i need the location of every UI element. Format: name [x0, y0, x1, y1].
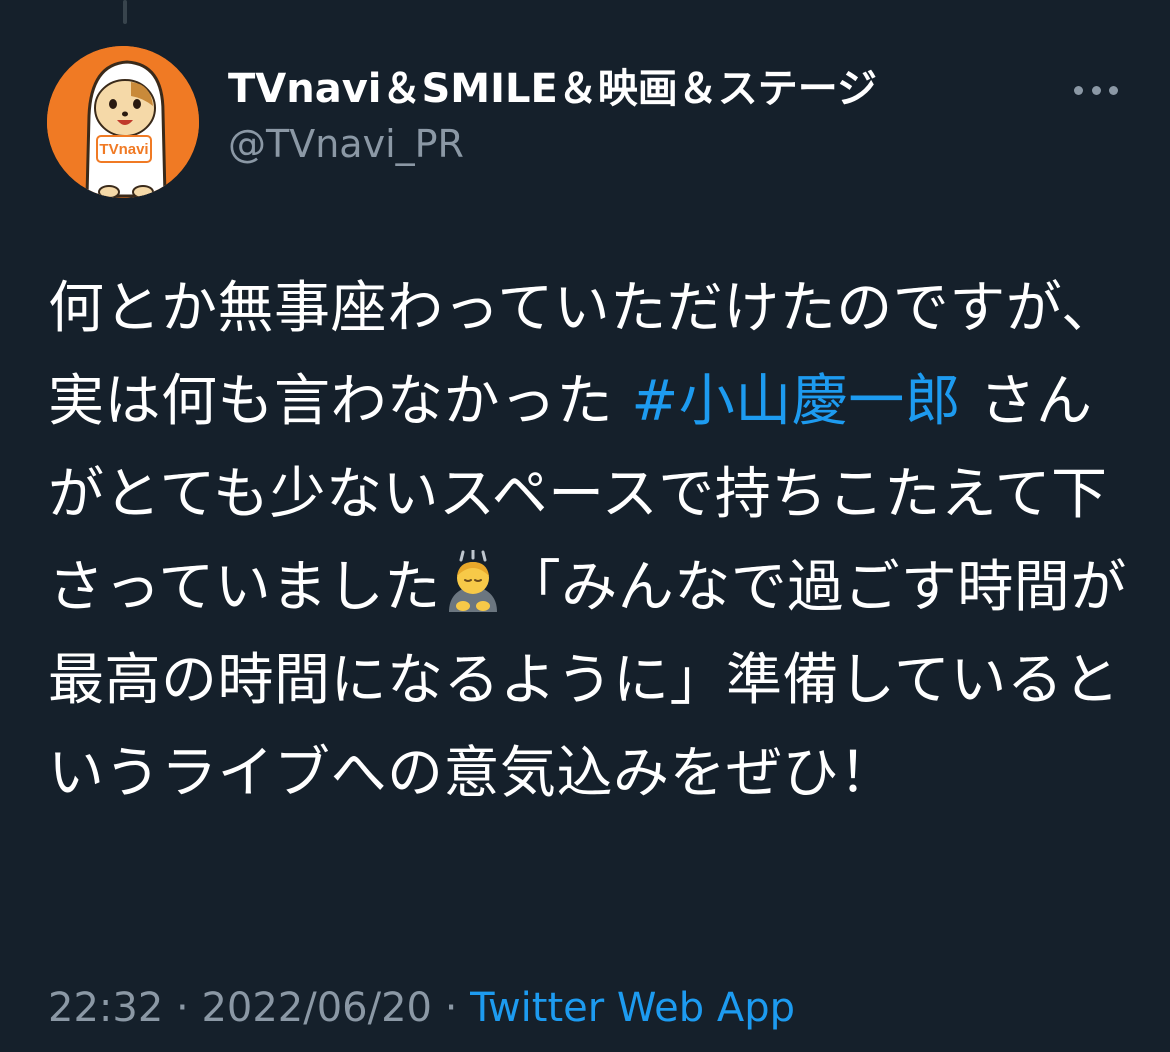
meta-separator: · [163, 985, 202, 1031]
dot [1091, 85, 1101, 95]
dot [1109, 85, 1118, 95]
mascot-avatar-image: TVnavi [47, 46, 199, 198]
avatar-badge-text: TVnavi [99, 141, 148, 158]
tweet-metadata: 22:32 · 2022/06/20 · Twitter Web App [48, 980, 795, 1036]
tweet-time[interactable]: 22:32 [48, 985, 163, 1031]
more-dots-icon[interactable] [1068, 70, 1124, 110]
avatar[interactable]: TVnavi [47, 46, 199, 198]
person-bowing-emoji [448, 550, 497, 612]
author-handle[interactable]: @TVnavi_PR [228, 120, 464, 168]
meta-separator: · [431, 985, 471, 1031]
hashtag-link[interactable]: #小山慶一郎 [631, 369, 961, 434]
dot [1074, 85, 1083, 95]
tweet-source-link[interactable]: Twitter Web App [470, 985, 795, 1031]
tweet-text: 何とか無事座わっていただけたのですが、実は何も言わなかった #小山慶一郎 さんが… [48, 262, 1138, 820]
thread-connector-line [123, 0, 127, 24]
tweet-date[interactable]: 2022/06/20 [201, 985, 432, 1031]
author-display-name[interactable]: TVnavi＆SMILE＆映画＆ステージ [228, 64, 877, 114]
